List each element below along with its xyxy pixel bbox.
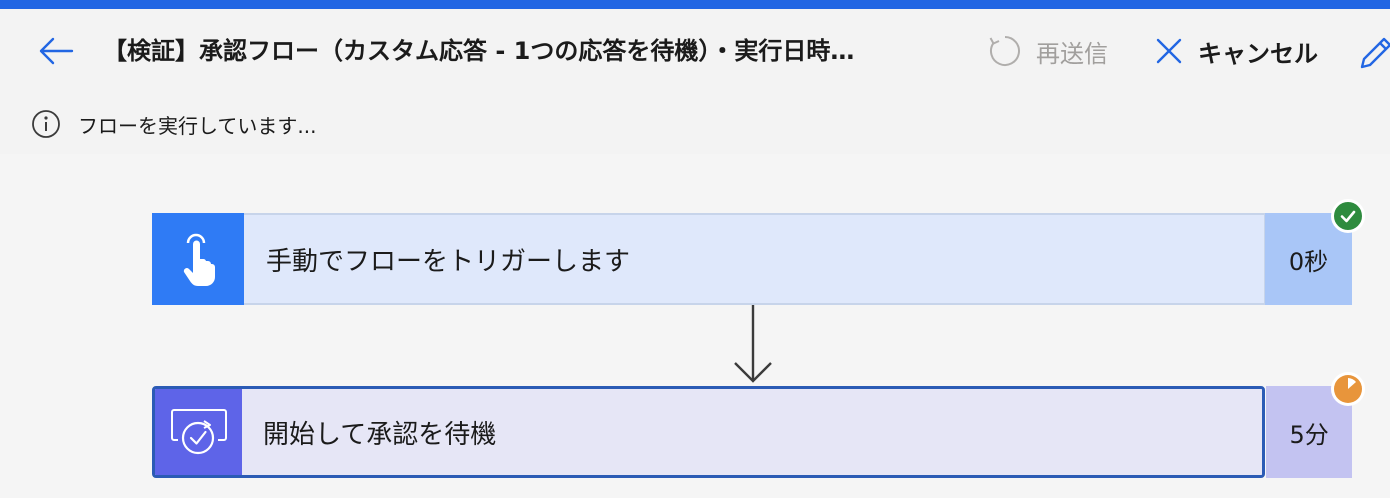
status-bar: フローを実行しています... (30, 107, 530, 141)
step-trigger[interactable]: 手動でフローをトリガーします 0秒 (152, 213, 1352, 305)
step-icon-box (155, 389, 242, 475)
resend-label: 再送信 (1036, 39, 1108, 68)
resend-button[interactable]: 再送信 (988, 31, 1128, 71)
run-header: 【検証】承認フロー（カスタム応答 - 1つの応答を待機）・実行日時… 再送信 キ… (0, 9, 1390, 154)
pencil-icon (1360, 37, 1390, 69)
running-status-icon (1331, 372, 1365, 406)
step-approval-main[interactable]: 開始して承認を待機 (152, 386, 1266, 478)
refresh-icon (989, 36, 1020, 66)
success-check-icon (1331, 199, 1365, 233)
back-arrow-icon (39, 37, 74, 65)
info-icon (32, 110, 60, 138)
page-title: 【検証】承認フロー（カスタム応答 - 1つの応答を待機）・実行日時… (103, 37, 855, 65)
cancel-label: キャンセル (1198, 39, 1318, 68)
step-label: 開始して承認を待機 (242, 389, 1263, 475)
step-label: 手動でフローをトリガーします (244, 215, 1264, 303)
close-icon (1156, 38, 1182, 64)
edit-button[interactable] (1356, 35, 1390, 71)
touch-hand-icon (183, 233, 215, 286)
back-button[interactable] (36, 35, 76, 67)
step-icon-box (152, 213, 244, 305)
step-approval[interactable]: 開始して承認を待機 5分 (152, 386, 1352, 478)
cancel-button[interactable]: キャンセル (1156, 31, 1336, 71)
top-accent-bar (0, 0, 1390, 9)
approval-icon (170, 409, 227, 455)
connector-arrow-icon (734, 305, 772, 383)
status-message: フローを実行しています... (78, 113, 317, 138)
